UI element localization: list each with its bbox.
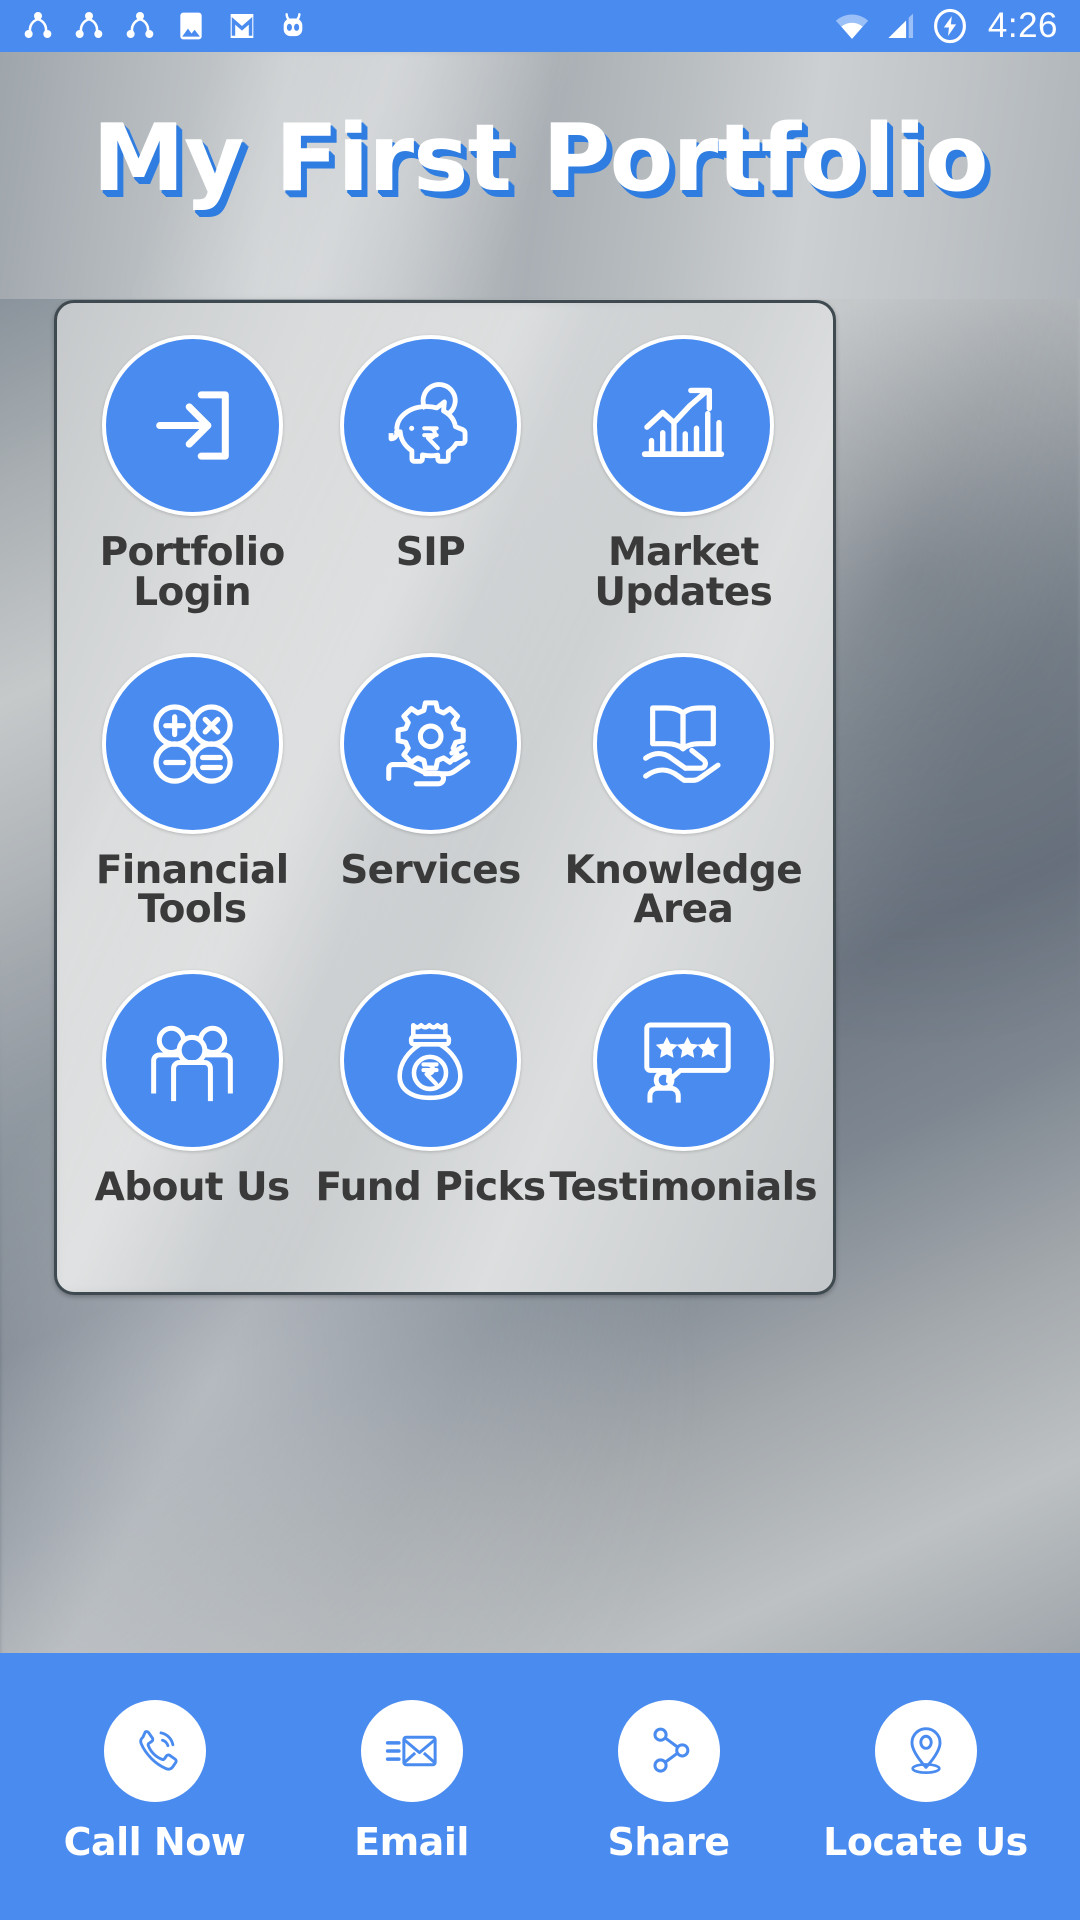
charging-bolt-icon <box>933 8 966 44</box>
phone-ring-icon <box>138 1730 178 1771</box>
tile-portfolio-login[interactable]: Portfolio Login <box>73 325 311 643</box>
menu-grid: Portfolio Login SIP Market Updates Finan… <box>57 303 833 1292</box>
tile-label: Services <box>340 847 521 893</box>
gmail-icon <box>230 14 254 38</box>
login-arrow-icon <box>155 391 229 460</box>
cyanogenmod-icon <box>283 13 303 37</box>
bottom-item-locate-us[interactable]: Locate Us <box>816 1700 1036 1864</box>
bottom-icon-circle <box>360 1700 463 1802</box>
status-bar-clock: 4:26 <box>987 6 1058 45</box>
three-people-icon <box>151 1025 233 1101</box>
tile-knowledge-area[interactable]: Knowledge Area <box>550 643 817 961</box>
share-icon-2 <box>75 12 103 38</box>
share-icon-1 <box>24 12 52 38</box>
tile-financial-tools[interactable]: Financial Tools <box>73 643 311 961</box>
status-bar: 4:26 <box>0 0 1080 52</box>
book-on-hand-icon <box>643 705 721 784</box>
piggy-bank-rupee-icon <box>389 381 468 464</box>
bottom-icon-circle <box>874 1700 977 1802</box>
tile-icon-circle <box>101 652 283 834</box>
tile-label: Market Updates <box>594 530 773 615</box>
gear-on-hand-icon <box>386 700 471 787</box>
bottom-icon-circle <box>617 1700 720 1802</box>
bottom-item-label: Email <box>354 1820 469 1864</box>
status-bar-system: 4:26 <box>834 6 1058 46</box>
share-icon-3 <box>126 12 154 38</box>
tile-icon-circle <box>592 335 774 516</box>
gallery-icon <box>180 12 202 40</box>
map-pin-icon <box>910 1727 941 1774</box>
tile-label: Knowledge Area <box>564 847 803 933</box>
bottom-item-label: Call Now <box>63 1820 246 1864</box>
menu-card: Portfolio Login SIP Market Updates Finan… <box>54 300 836 1295</box>
bar-chart-growth-icon <box>642 387 725 457</box>
envelope-icon <box>385 1735 437 1767</box>
tile-market-updates[interactable]: Market Updates <box>550 325 817 643</box>
wifi-icon <box>835 14 869 39</box>
tile-label: Financial Tools <box>95 847 289 933</box>
tile-fund-picks[interactable]: Fund Picks <box>311 960 549 1278</box>
tile-label: Testimonials <box>549 1165 818 1211</box>
bottom-item-label: Share <box>607 1820 730 1864</box>
tile-icon-circle <box>339 335 521 516</box>
calculator-operators-icon <box>153 704 233 784</box>
app-root: 4:26 My First Portfolio Portfolio Login <box>0 0 1080 1920</box>
tile-label: Portfolio Login <box>99 530 286 615</box>
bottom-icon-circle <box>103 1700 206 1802</box>
app-header: My First Portfolio <box>0 52 1080 299</box>
tile-about-us[interactable]: About Us <box>73 960 311 1278</box>
share-nodes-icon <box>652 1727 689 1773</box>
tile-services[interactable]: Services <box>311 643 549 961</box>
bottom-action-bar: Call Now Email Share Locate Us <box>0 1653 1080 1920</box>
tile-label: About Us <box>94 1165 291 1211</box>
tile-testimonials[interactable]: Testimonials <box>549 960 818 1278</box>
review-stars-speech-icon <box>644 1022 732 1103</box>
page-title: My First Portfolio <box>92 104 988 212</box>
tile-icon-circle <box>592 970 774 1152</box>
cellular-signal-icon <box>888 13 913 39</box>
tile-label: SIP <box>395 530 466 575</box>
money-bag-rupee-icon <box>397 1022 464 1100</box>
tile-icon-circle <box>339 652 521 834</box>
status-bar-notifications <box>22 10 309 42</box>
tile-icon-circle <box>592 652 774 834</box>
bottom-item-email[interactable]: Email <box>302 1700 522 1864</box>
tile-icon-circle <box>101 335 283 516</box>
tile-icon-circle <box>101 970 283 1152</box>
bottom-item-call-now[interactable]: Call Now <box>45 1700 265 1864</box>
bottom-item-label: Locate Us <box>823 1820 1028 1864</box>
tile-icon-circle <box>339 970 521 1152</box>
bottom-item-share[interactable]: Share <box>559 1700 779 1864</box>
tile-label: Fund Picks <box>315 1165 546 1211</box>
tile-sip[interactable]: SIP <box>311 325 549 643</box>
